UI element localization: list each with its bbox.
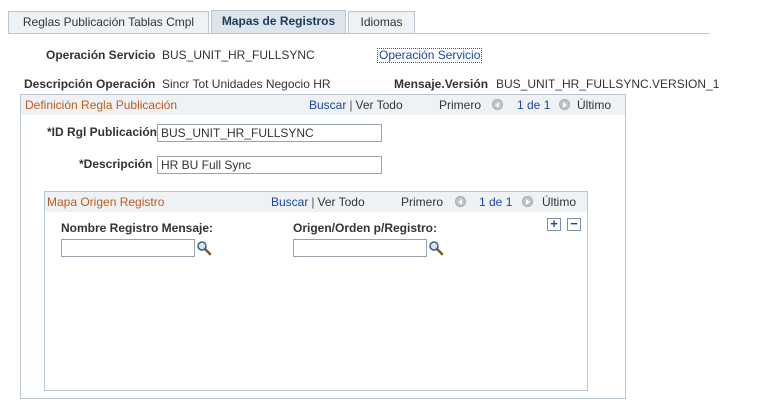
nombre-lookup-icon[interactable] — [196, 240, 212, 256]
tab-mapas-de-registros[interactable]: Mapas de Registros — [211, 10, 346, 33]
mapa-next-arrow-icon[interactable] — [522, 196, 533, 207]
descripcion-label: *Descripción — [79, 157, 153, 171]
nombre-registro-input[interactable] — [61, 239, 195, 257]
buscar-link[interactable]: Buscar — [309, 98, 346, 112]
mapa-previous-arrow-icon[interactable] — [455, 196, 466, 207]
mapa-ultimo-label: Último — [542, 195, 577, 209]
regla-publicacion-title: Definición Regla Publicación — [25, 98, 178, 112]
mapa-origen-nav: Buscar | Ver Todo — [271, 195, 365, 209]
primero-label: Primero — [439, 98, 482, 112]
descripcion-operacion-label: Descripción Operación — [24, 77, 156, 91]
mapa-origen-group: Mapa Origen Registro Buscar | Ver Todo Pri… — [44, 191, 588, 391]
mapa-primero-label: Primero — [401, 195, 444, 209]
add-row-button[interactable]: + — [547, 217, 561, 231]
row-count: 1 de 1 — [517, 98, 551, 112]
mensaje-version-label: Mensaje.Versión — [394, 77, 489, 91]
origen-orden-input[interactable] — [293, 239, 427, 257]
descripcion-operacion-value: Sincr Tot Unidades Negocio HR — [162, 77, 331, 91]
origen-lookup-icon[interactable] — [428, 240, 444, 256]
id-rgl-publicacion-label: *ID Rgl Publicación — [47, 125, 158, 139]
mapa-row-count: 1 de 1 — [479, 195, 513, 209]
ver-todo-link[interactable]: Ver Todo — [355, 98, 402, 112]
operacion-servicio-label: Operación Servicio — [46, 48, 156, 62]
previous-arrow-icon[interactable] — [492, 99, 503, 110]
operacion-servicio-link[interactable]: Operación Servicio — [377, 48, 483, 63]
regla-publicacion-nav: Buscar | Ver Todo — [309, 98, 403, 112]
tab-reglas-publicacion[interactable]: Reglas Publicación Tablas Cmpl — [8, 11, 209, 33]
delete-row-button[interactable]: − — [567, 217, 581, 231]
mensaje-version-value: BUS_UNIT_HR_FULLSYNC.VERSION_1 — [496, 77, 720, 91]
mapa-ver-todo-link[interactable]: Ver Todo — [317, 195, 364, 209]
tab-bar-divider — [8, 33, 710, 34]
id-rgl-publicacion-input[interactable] — [157, 124, 382, 142]
descripcion-input[interactable] — [157, 156, 382, 174]
nombre-registro-label: Nombre Registro Mensaje: — [61, 221, 214, 235]
ultimo-label: Último — [577, 98, 612, 112]
origen-orden-label: Origen/Orden p/Registro: — [293, 221, 438, 235]
mapa-buscar-link[interactable]: Buscar — [271, 195, 308, 209]
next-arrow-icon[interactable] — [559, 99, 570, 110]
tab-idiomas[interactable]: Idiomas — [348, 11, 415, 33]
operacion-servicio-value: BUS_UNIT_HR_FULLSYNC — [162, 48, 315, 62]
mapa-origen-title: Mapa Origen Registro — [47, 195, 165, 209]
